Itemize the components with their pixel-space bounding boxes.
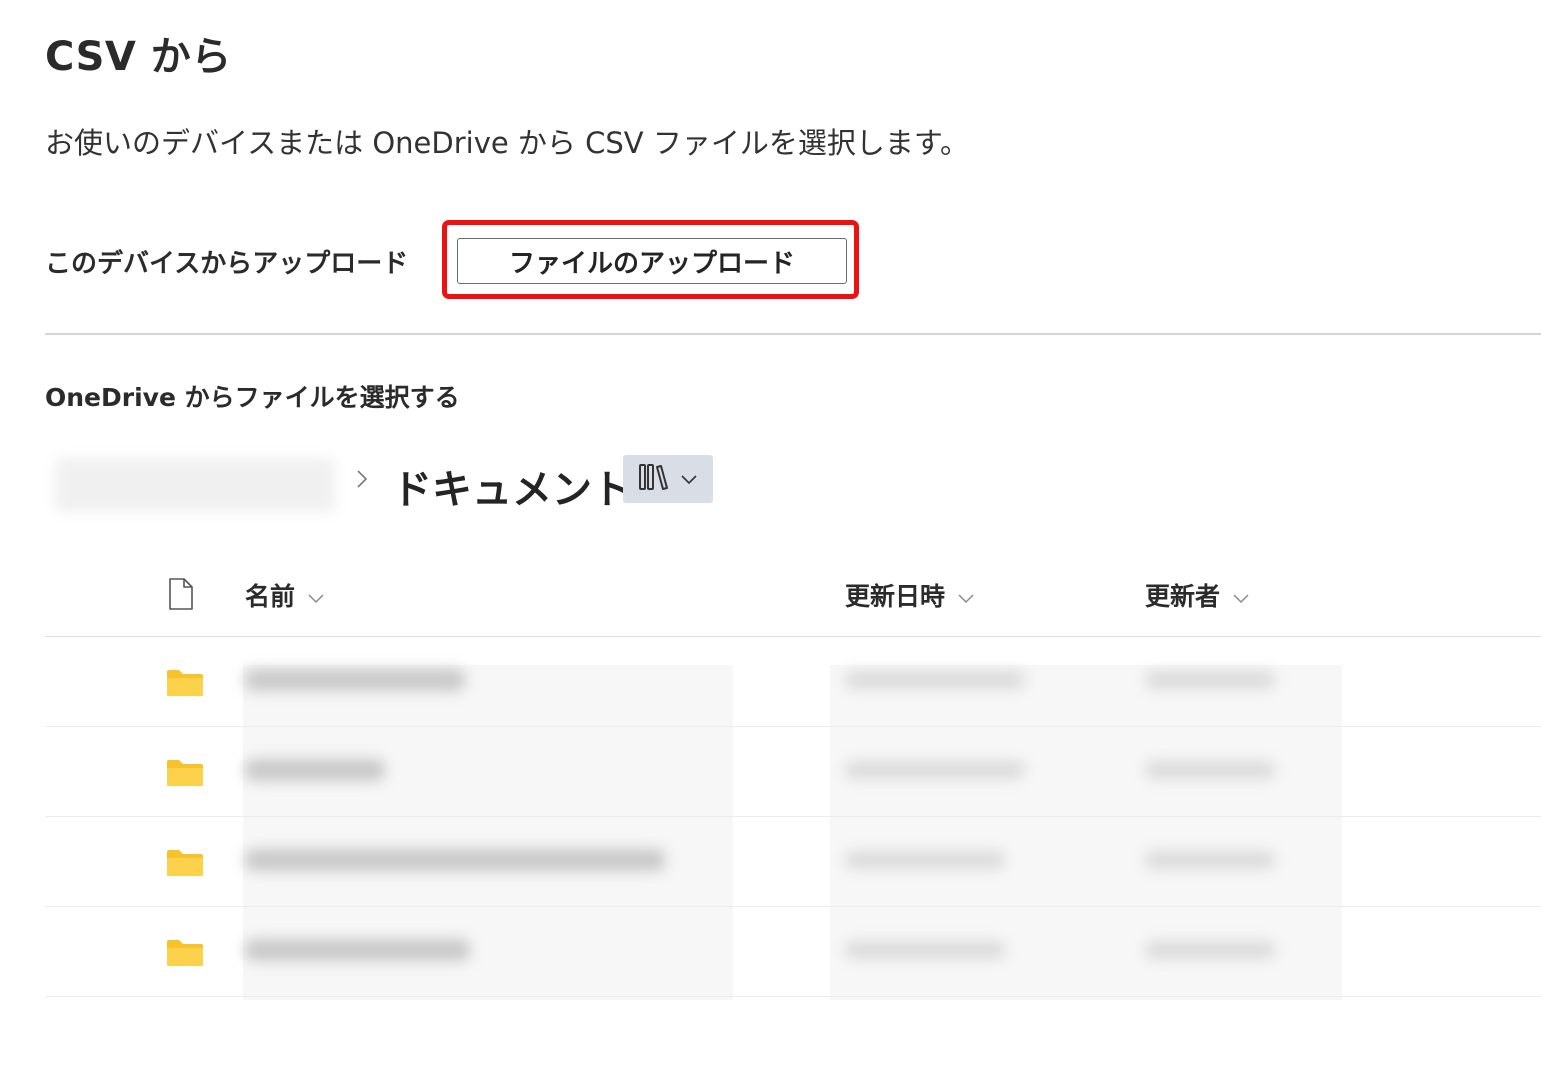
chevron-down-icon <box>680 470 698 489</box>
folder-icon <box>166 939 204 971</box>
table-header: 名前 更新日時 更新者 <box>45 563 1541 637</box>
upload-label: このデバイスからアップロード <box>45 248 409 279</box>
table-row[interactable] <box>45 727 1541 817</box>
onedrive-section-title: OneDrive からファイルを選択する <box>45 383 460 412</box>
breadcrumb-current: ドキュメント <box>392 467 632 513</box>
breadcrumb-chevron-icon <box>355 467 369 498</box>
folder-icon <box>166 759 204 791</box>
column-header-label: 名前 <box>245 582 296 611</box>
chevron-down-icon <box>307 581 325 610</box>
library-icon <box>638 462 672 496</box>
file-icon[interactable] <box>168 577 194 615</box>
redacted-modified-by <box>1145 851 1275 869</box>
redacted-modified <box>845 941 1005 959</box>
section-divider <box>45 333 1541 335</box>
redacted-name <box>245 669 465 691</box>
redacted-modified <box>845 761 1025 779</box>
column-header-label: 更新日時 <box>845 582 946 611</box>
redacted-modified-by <box>1145 671 1275 689</box>
redacted-modified-by <box>1145 941 1275 959</box>
page-subtitle: お使いのデバイスまたは OneDrive から CSV ファイルを選択します。 <box>45 126 969 160</box>
redacted-modified <box>845 851 1005 869</box>
redacted-modified <box>845 671 1025 689</box>
redacted-name <box>245 849 665 871</box>
folder-icon <box>166 849 204 881</box>
table-row[interactable] <box>45 907 1541 997</box>
column-header-modified[interactable]: 更新日時 <box>845 577 975 613</box>
breadcrumb: ドキュメント <box>55 455 632 515</box>
table-row[interactable] <box>45 637 1541 727</box>
table-row[interactable] <box>45 817 1541 907</box>
redacted-modified-by <box>1145 761 1275 779</box>
library-switch-button[interactable] <box>623 455 713 503</box>
breadcrumb-parent-redacted[interactable] <box>55 458 335 512</box>
page-title: CSV から <box>45 34 232 80</box>
file-upload-button[interactable]: ファイルのアップロード <box>457 238 847 284</box>
folder-icon <box>166 669 204 701</box>
redacted-name <box>245 939 470 961</box>
column-header-label: 更新者 <box>1145 582 1221 611</box>
upload-row: このデバイスからアップロード <box>45 236 408 286</box>
column-header-modified-by[interactable]: 更新者 <box>1145 577 1250 613</box>
chevron-down-icon <box>1232 581 1250 610</box>
redacted-name <box>245 759 385 781</box>
chevron-down-icon <box>957 581 975 610</box>
column-header-name[interactable]: 名前 <box>245 577 325 613</box>
